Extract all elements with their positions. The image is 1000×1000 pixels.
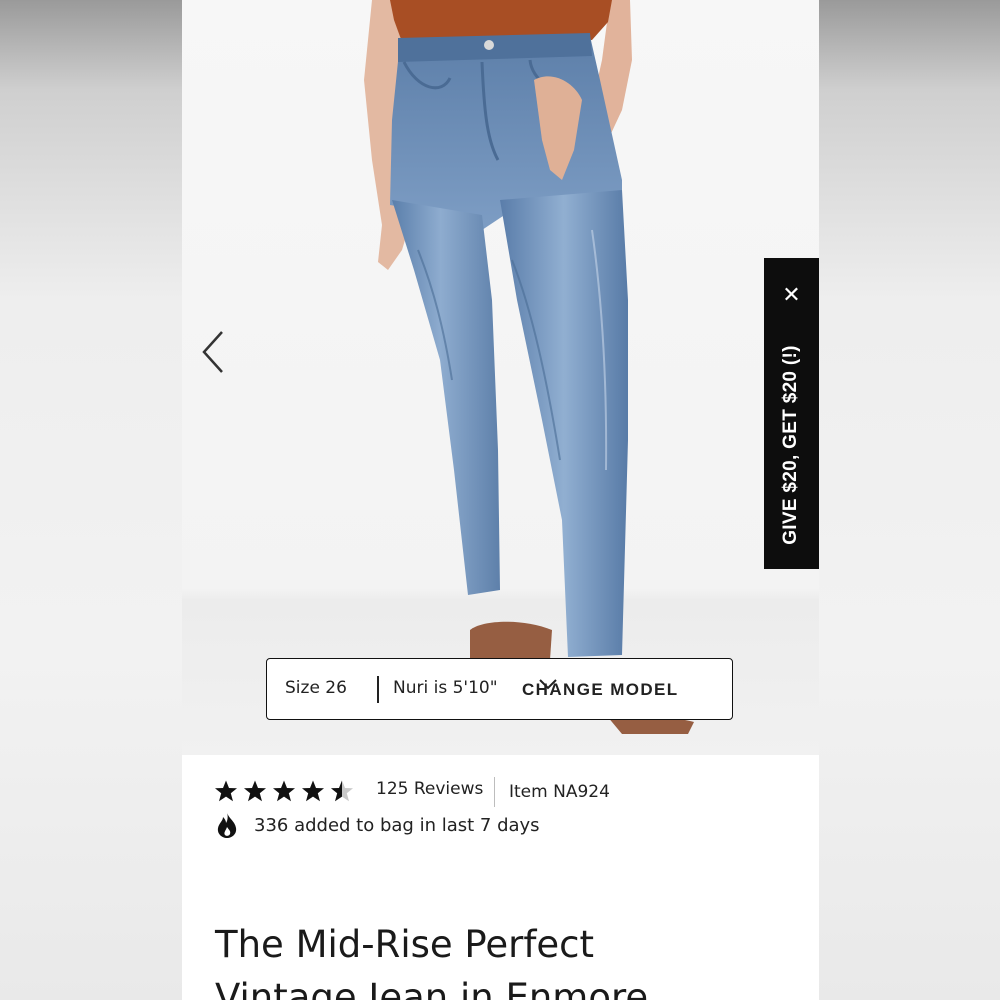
previous-image-button[interactable] <box>200 330 236 376</box>
item-number: Item NA924 <box>509 782 610 802</box>
divider <box>494 777 495 807</box>
flame-icon <box>217 812 237 838</box>
popularity-text: 336 added to bag in last 7 days <box>254 814 540 836</box>
referral-promo-tab[interactable]: ✕ GIVE $20, GET $20 (!) <box>764 258 819 569</box>
popularity-row: 336 added to bag in last 7 days <box>214 810 540 840</box>
model-size: Size 26 <box>285 678 347 698</box>
half-star-icon <box>331 780 353 802</box>
model-info-bar: Size 26 Nuri is 5'10" CHANGE MODEL <box>266 658 733 720</box>
background-left <box>0 0 182 1000</box>
product-title-line-2: Vintage Jean in Enmore <box>215 975 649 1000</box>
product-info: 125 Reviews Item NA924 336 added to bag … <box>182 755 819 1000</box>
product-title: The Mid-Rise Perfect Vintage Jean in Enm… <box>215 918 775 1000</box>
change-model-button[interactable]: CHANGE MODEL <box>522 678 679 702</box>
promo-label: GIVE $20, GET $20 (!) <box>780 345 801 545</box>
product-image[interactable]: ✕ GIVE $20, GET $20 (!) Size 26 Nuri is … <box>182 0 819 755</box>
model-photo <box>364 0 694 734</box>
promo-close-icon[interactable]: ✕ <box>764 278 819 312</box>
chevron-left-icon <box>202 331 223 373</box>
star-icon <box>273 780 295 802</box>
divider <box>377 676 379 703</box>
rating-stars[interactable] <box>214 779 354 803</box>
star-icon <box>215 780 237 802</box>
product-page: ✕ GIVE $20, GET $20 (!) Size 26 Nuri is … <box>182 0 819 1000</box>
product-title-line-1: The Mid-Rise Perfect <box>215 922 595 966</box>
star-icon <box>244 780 266 802</box>
model-height: Nuri is 5'10" <box>393 678 498 698</box>
reviews-link[interactable]: 125 Reviews <box>376 779 483 799</box>
background-right <box>818 0 1000 1000</box>
chevron-down-icon <box>539 679 557 690</box>
star-icon <box>302 780 324 802</box>
